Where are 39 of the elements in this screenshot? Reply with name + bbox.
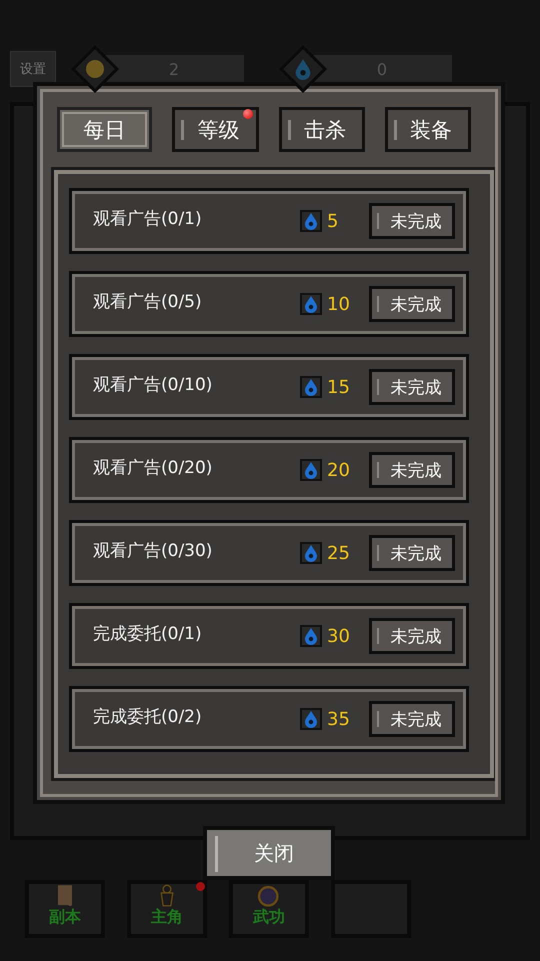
nav-label: 副本 <box>49 907 81 928</box>
drop-icon <box>300 376 322 398</box>
drop-icon <box>300 708 322 730</box>
reward-amount: 10 <box>327 294 351 314</box>
tab[interactable]: 等级 <box>172 107 259 152</box>
status-button[interactable]: 未完成 <box>369 286 455 322</box>
task-title: 观看广告(0/20) <box>93 456 214 478</box>
close-button[interactable]: 关闭 <box>203 826 335 880</box>
task-title: 观看广告(0/5) <box>93 290 203 312</box>
reward-amount: 25 <box>327 542 351 564</box>
drop-icon <box>300 293 322 315</box>
coin-icon <box>85 59 105 79</box>
reward-amount: 5 <box>327 210 340 232</box>
drop-icon <box>300 210 322 232</box>
drop-icon <box>300 459 322 481</box>
task-title: 观看广告(0/1) <box>93 208 203 230</box>
reward-amount: 15 <box>327 376 351 398</box>
task-title: 观看广告(0/10) <box>93 374 214 396</box>
reward-amount: 30 <box>327 626 351 646</box>
nav-label: 主角 <box>151 907 183 928</box>
drop-icon <box>300 625 322 647</box>
reward-amount: 20 <box>327 460 351 480</box>
tab[interactable]: 击杀 <box>279 107 365 152</box>
nav-label: 武功 <box>253 907 285 928</box>
task-title: 完成委托(0/2) <box>93 706 203 728</box>
tab[interactable]: 装备 <box>385 107 471 152</box>
task-title: 完成委托(0/1) <box>93 622 203 644</box>
status-button[interactable]: 未完成 <box>369 618 455 654</box>
status-button[interactable]: 未完成 <box>369 701 455 737</box>
reward-amount: 35 <box>327 708 351 730</box>
drop-icon <box>293 58 313 80</box>
drop-icon <box>300 542 322 564</box>
settings-button[interactable]: 设置 <box>10 51 56 87</box>
tab[interactable]: 每日 <box>57 107 152 152</box>
status-button[interactable]: 未完成 <box>369 369 455 405</box>
task-title: 观看广告(0/30) <box>93 540 214 562</box>
status-button[interactable]: 未完成 <box>369 535 455 571</box>
status-button[interactable]: 未完成 <box>369 203 455 239</box>
status-button[interactable]: 未完成 <box>369 452 455 488</box>
